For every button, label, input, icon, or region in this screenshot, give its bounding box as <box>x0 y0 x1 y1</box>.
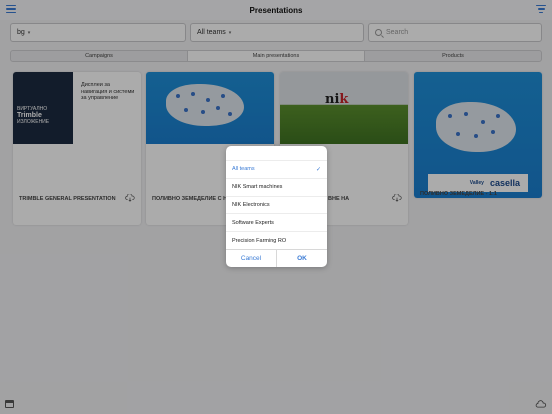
dialog-actions: Cancel OK <box>226 249 327 267</box>
team-option-nik-electronics[interactable]: NIK Electronics <box>226 195 327 214</box>
team-option-software-experts[interactable]: Software Experts <box>226 213 327 231</box>
team-option-list: All teams ✓ NIK Smart machines NIK Elect… <box>226 160 327 249</box>
team-option-all-teams[interactable]: All teams ✓ <box>226 160 327 178</box>
team-picker-dialog: All teams ✓ NIK Smart machines NIK Elect… <box>226 146 327 267</box>
presentation-mode-icon[interactable] <box>5 400 14 408</box>
team-option-precision-farming-ro[interactable]: Precision Farming RO <box>226 231 327 249</box>
ok-button[interactable]: OK <box>276 250 327 267</box>
cancel-button[interactable]: Cancel <box>226 250 276 267</box>
cloud-sync-icon[interactable] <box>535 400 547 408</box>
team-option-nik-smart-machines[interactable]: NIK Smart machines <box>226 177 327 196</box>
checkmark-icon: ✓ <box>315 166 321 173</box>
